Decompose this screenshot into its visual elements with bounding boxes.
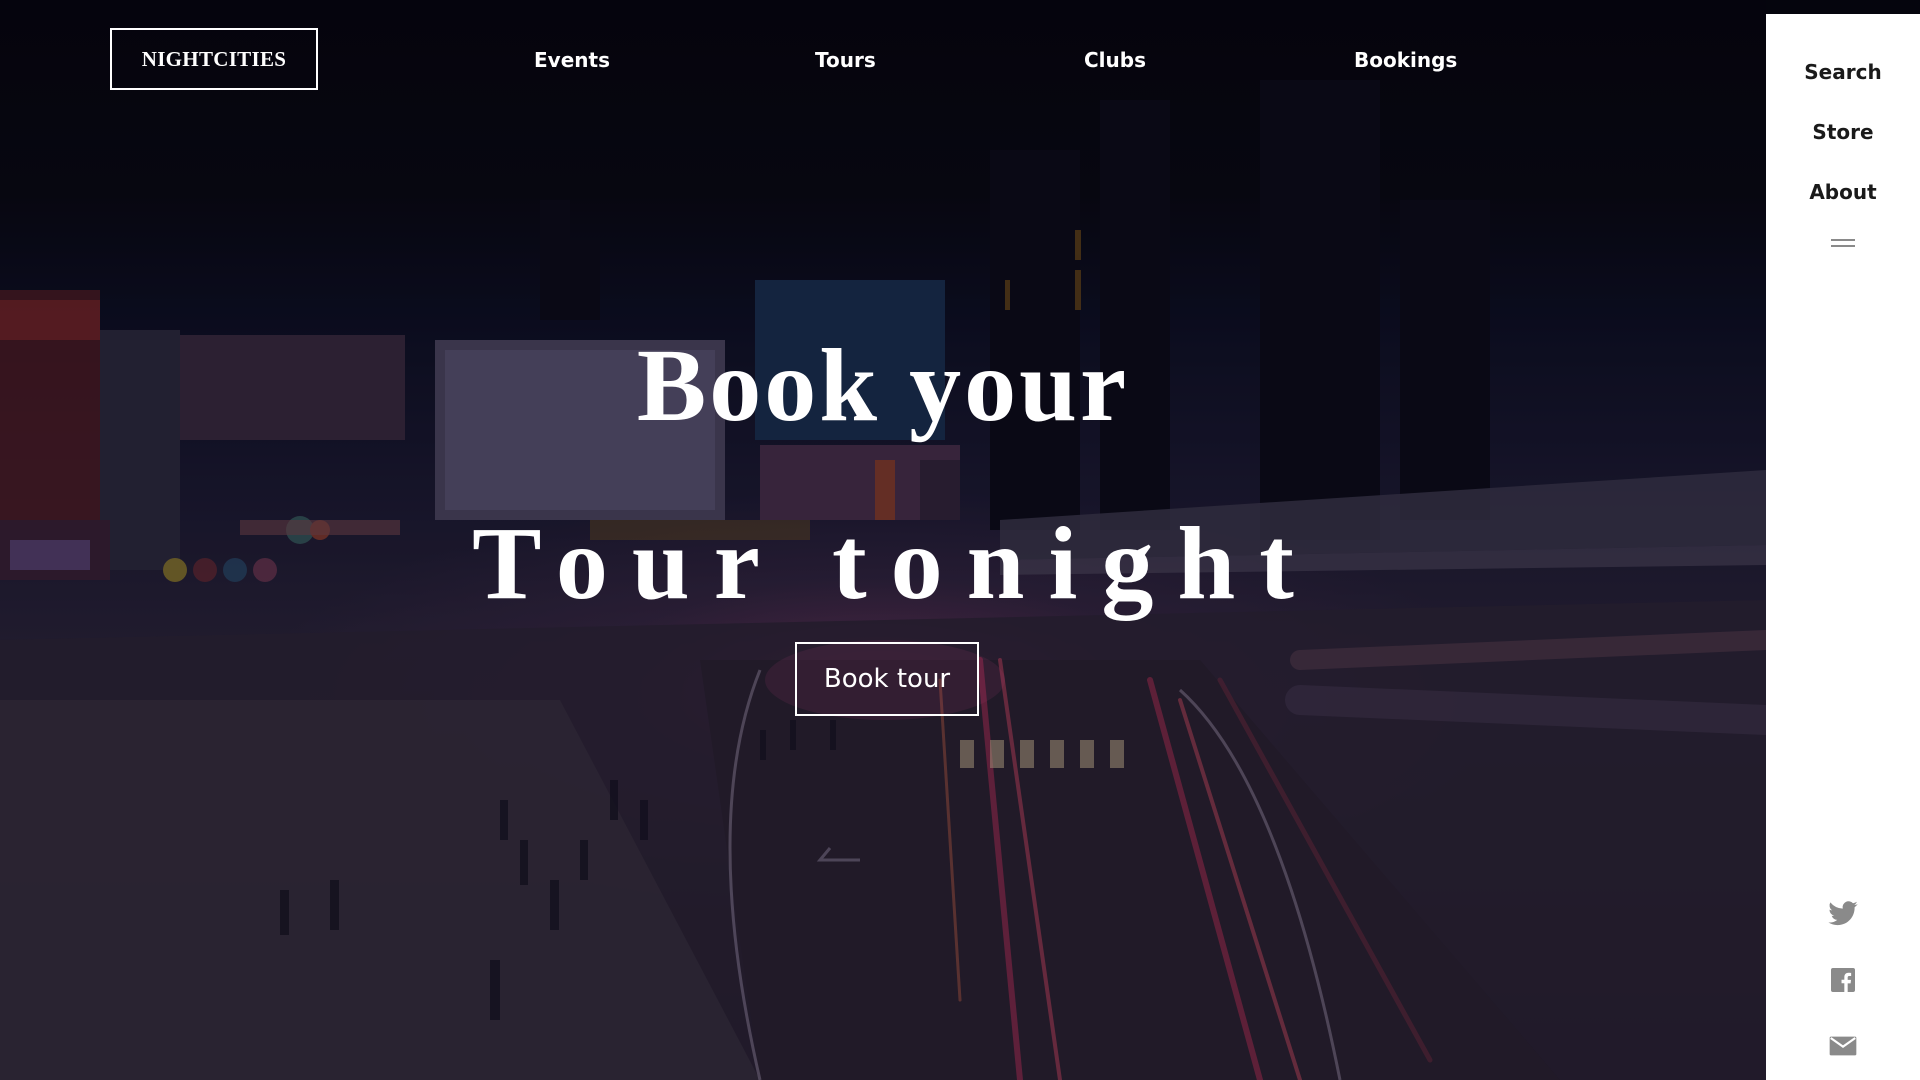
- nav-link-events[interactable]: Events: [534, 46, 610, 74]
- right-sidebar: Search Store About: [1766, 14, 1920, 1080]
- hero-title-line-1: Book your: [636, 328, 1130, 443]
- nav-link-tours[interactable]: Tours: [815, 46, 876, 74]
- logo[interactable]: NIGHTCITIES: [110, 28, 318, 90]
- hero-title-line-2: Tour tonight: [472, 506, 1318, 621]
- nav-link-clubs[interactable]: Clubs: [1084, 46, 1146, 74]
- sidebar-link-about[interactable]: About: [1766, 178, 1920, 206]
- mail-icon[interactable]: [1827, 1030, 1859, 1062]
- nav-link-bookings[interactable]: Bookings: [1354, 46, 1457, 74]
- twitter-icon[interactable]: [1827, 898, 1859, 930]
- sidebar-link-store[interactable]: Store: [1766, 118, 1920, 146]
- sidebar-link-search[interactable]: Search: [1766, 58, 1920, 86]
- hamburger-menu-icon[interactable]: [1831, 236, 1855, 250]
- book-tour-button[interactable]: Book tour: [795, 642, 979, 716]
- facebook-icon[interactable]: [1827, 964, 1859, 996]
